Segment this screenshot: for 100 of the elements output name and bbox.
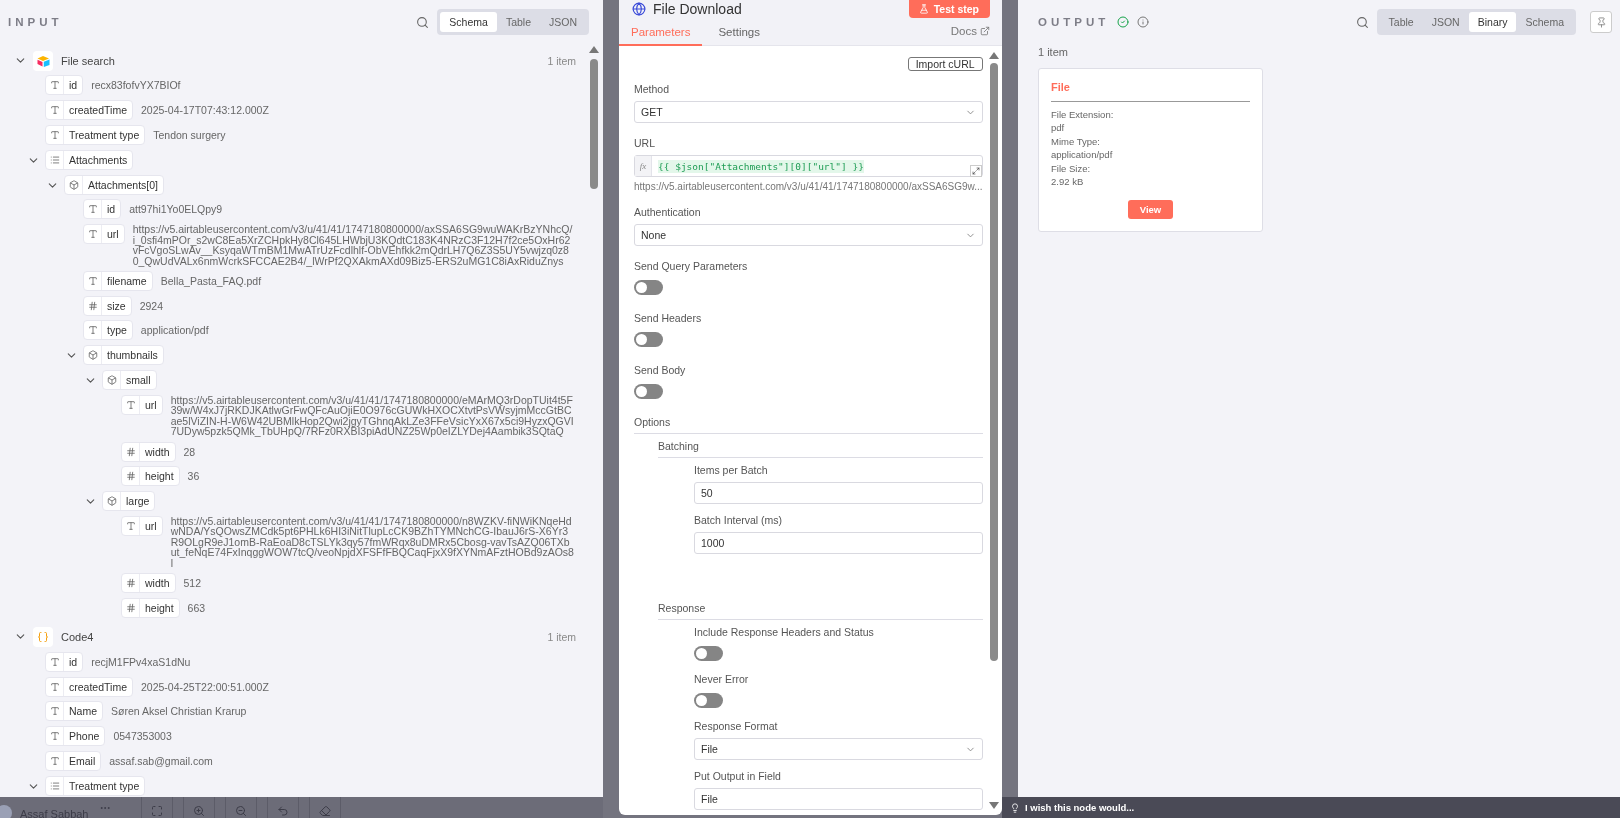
input-field[interactable]: 50 [694,482,983,504]
info-icon[interactable] [1137,16,1150,28]
field-label: Response Format [694,720,779,732]
toggle-switch[interactable] [694,646,723,661]
field-label: Method [634,83,671,95]
field-label: Put Output in Field [694,770,782,782]
feedback-bar[interactable]: I wish this node would... [1002,797,1620,818]
select-field[interactable]: None [634,224,983,246]
field-key: height [140,601,179,614]
field-key: size [102,299,131,312]
toggle-switch[interactable] [694,693,723,708]
field-key: Treatment type [64,779,145,792]
field-value: 28 [183,445,196,458]
field-key: Email [64,754,101,767]
field-value: att97hi1Yo0ELQpy9 [129,203,223,216]
field-key: createdTime [64,104,132,117]
scroll-thumb[interactable] [590,59,598,189]
field-value: assaf.sab@gmail.com [109,754,213,767]
fit-view-button[interactable] [140,797,173,818]
field-value: Bella_Pasta_FAQ.pdf [160,274,262,287]
field-label: Authentication [634,206,702,218]
field-value: https://v5.airtableusercontent.com/v3/u/41/41/1747180800000/n8WZKV-fiNWiKNqeHdwNDA/YsQOwsZMCdk5pt6PHLk6HI3iNitTlupLcCK9BZhTYMNchCG-IbauJ6rS-X6Yr3R9OLgR9eJ1omB-RaEoaD8cTSLYk3qy57fmWRqx8uDMRx5Cbosg-vavTsAZQ06TXbut_feNqE74FxInqggWOW7tcQ/veoNpjdXFSFfFBQCaqFjxX9fXYNmAFztHOBd9zAOs8l [170,515,574,569]
text-icon [49,656,60,667]
view-tab[interactable]: Table [1379,12,1423,32]
toggle-switch[interactable] [634,280,663,295]
hash-icon [125,446,136,457]
expand-button[interactable] [969,165,982,177]
docs-link[interactable]: Docs [950,25,990,45]
node-name: File search [61,54,115,67]
view-tab[interactable]: Binary [1468,12,1517,32]
panel-tab[interactable]: Settings [706,26,772,46]
field-key: width [140,445,175,458]
view-tab[interactable]: Schema [440,12,497,32]
field-key: Treatment type [64,128,145,141]
field-key: height [140,470,179,483]
expression-field[interactable]: fx {{ $json["Attachments"][0]["url"] }} [634,155,983,177]
hash-icon [125,602,136,613]
scroll-up-icon[interactable] [988,52,999,59]
eraser-button[interactable] [308,797,341,818]
property-value: application/pdf [1051,148,1114,162]
field-key: url [140,398,162,411]
field-key: Phone [64,730,105,743]
field-label: Send Headers [634,312,703,324]
field-key: url [102,228,124,241]
scroll-up-icon[interactable] [589,46,599,53]
field-key: id [64,79,83,92]
field-key: id [64,655,83,668]
item-count: 1 item [547,54,576,67]
view-tab[interactable]: JSON [1422,12,1469,32]
field-label: Send Body [634,364,687,376]
text-icon [125,520,136,531]
property-label: Mime Type: [1051,134,1101,149]
property-value: pdf [1051,121,1066,135]
field-value: 2025-04-17T07:43:12.000Z [140,104,269,117]
field-key: filename [102,274,152,287]
cube-icon [106,496,117,507]
field-key: Name [64,705,102,718]
toggle-switch[interactable] [634,384,663,399]
item-count: 1 item [547,630,576,643]
field-value: Søren Aksel Christian Krarup [111,705,247,718]
list-icon [49,780,60,791]
text-icon [49,681,60,692]
success-icon [1117,16,1130,28]
field-key: thumbnails [102,349,163,362]
field-value: 663 [187,601,206,614]
field-value: application/pdf [140,324,209,337]
view-tab[interactable]: Schema [1516,12,1573,32]
text-icon [49,731,60,742]
import-curl-button[interactable]: Import cURL [907,57,983,71]
text-icon [49,105,60,116]
field-key: large [121,495,155,508]
field-label: Include Response Headers and Status [694,626,875,638]
scroll-down-icon[interactable] [988,802,999,809]
input-field[interactable]: File [694,788,983,810]
view-tab[interactable]: JSON [540,12,586,32]
cube-icon [106,375,117,385]
toggle-switch[interactable] [634,332,663,347]
select-field[interactable]: File [694,738,983,760]
globe-icon [632,2,646,16]
external-link-icon [980,26,990,36]
section-title: Batching [658,440,983,458]
field-value: https://v5.airtableusercontent.com/v3/u/41/41/1747180800000/eMArMQ3rDopTUit4t5F39w/W4xJ7jRKDJKAtlwGrFwQFcAuOjiE0O976cGUWkHXOCXtvtPsVWsyjmMccGtBCae5lViZIN-H-W6W42UBMlkHop2Qwi2jgyTGhnqAkLZe3FFeVsicYxX67x5ci9HyzxQGVI7UDyw5pzk5QMk_TbUHpQ/7RFz0RXBI3piAdUNZ25Wp0eIZLYDej4Aambik3SQtaQ [170,394,574,437]
pin-button[interactable] [1590,11,1612,33]
expand-icon [971,167,980,175]
input-field[interactable]: 1000 [694,532,983,554]
section-title: Options [634,416,983,434]
select-field[interactable]: GET [634,101,983,123]
flask-icon [918,4,929,14]
panel-title: INPUT [8,16,63,28]
lightbulb-icon [1010,802,1020,813]
corners-icon [150,804,163,817]
section-title: Response [658,602,983,620]
search-icon[interactable] [1355,15,1369,29]
text-icon [49,80,60,91]
scroll-thumb[interactable] [989,63,998,661]
feedback-text: I wish this node would... [1025,802,1135,813]
field-value: 0547353003 [113,730,172,743]
field-label: URL [634,137,656,149]
view-tab[interactable]: Table [496,12,540,32]
search-icon[interactable] [416,15,430,29]
